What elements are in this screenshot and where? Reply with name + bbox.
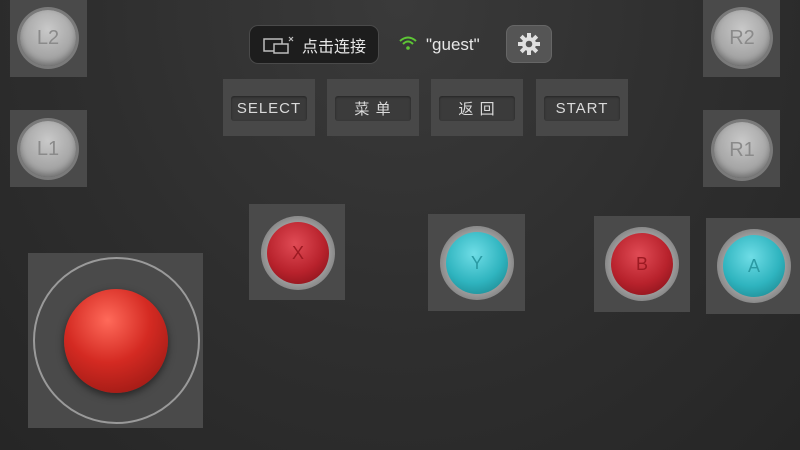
r1-label: R1 <box>729 138 755 161</box>
connect-button[interactable]: 点击连接 <box>249 25 379 64</box>
gear-icon <box>518 33 540 55</box>
start-tile: START <box>536 79 628 136</box>
l1-button[interactable]: L1 <box>20 121 76 177</box>
b-button-core: B <box>611 233 673 295</box>
a-button[interactable]: A <box>717 229 791 303</box>
wifi-network-name: "guest" <box>426 35 480 54</box>
wifi-icon <box>399 36 417 50</box>
l2-label: L2 <box>36 26 60 49</box>
r2-button[interactable]: R2 <box>714 10 770 66</box>
select-tile: SELECT <box>223 79 315 136</box>
settings-button[interactable] <box>506 25 552 63</box>
y-label: Y <box>470 252 483 273</box>
x-button[interactable]: X <box>261 216 335 290</box>
x-button-core: X <box>267 222 329 284</box>
l2-button[interactable]: L2 <box>20 10 76 66</box>
menu-button[interactable]: 菜 单 <box>335 96 411 121</box>
back-tile: 返 回 <box>431 79 523 136</box>
a-label: A <box>747 255 760 276</box>
screen-cast-icon <box>263 36 294 54</box>
select-button[interactable]: SELECT <box>231 96 307 121</box>
r2-label: R2 <box>729 26 755 49</box>
joystick-knob[interactable] <box>64 289 168 393</box>
l1-label: L1 <box>36 137 60 160</box>
y-button-core: Y <box>446 232 508 294</box>
back-button[interactable]: 返 回 <box>439 96 515 121</box>
y-button[interactable]: Y <box>440 226 514 300</box>
x-label: X <box>291 242 304 263</box>
menu-tile: 菜 单 <box>327 79 419 136</box>
r1-button[interactable]: R1 <box>714 122 770 178</box>
b-button[interactable]: B <box>605 227 679 301</box>
b-label: B <box>635 253 648 274</box>
start-button[interactable]: START <box>544 96 620 121</box>
a-button-core: A <box>723 235 785 297</box>
connect-label: 点击连接 <box>301 36 366 56</box>
